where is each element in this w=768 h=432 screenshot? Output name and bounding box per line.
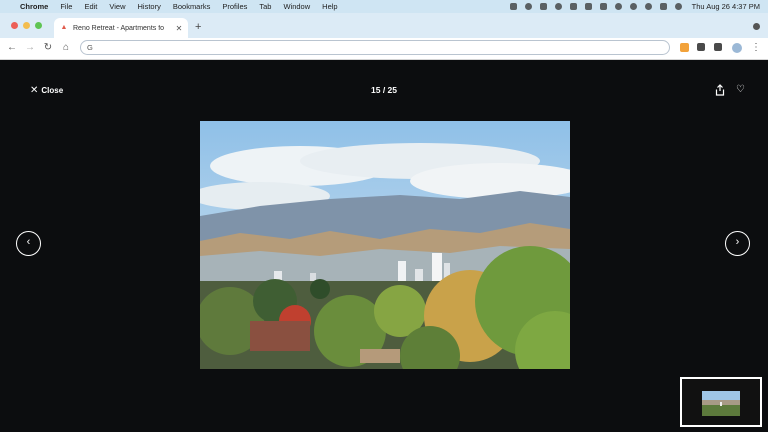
menu-bar-clock[interactable]: Thu Aug 26 4:37 PM	[692, 2, 760, 11]
menu-app-name[interactable]: Chrome	[20, 2, 48, 11]
address-bar-value: G	[87, 43, 93, 52]
status-app-icon[interactable]	[539, 3, 547, 10]
forward-icon[interactable]: →	[24, 42, 36, 54]
tab-favicon-icon: ▲	[60, 24, 68, 31]
battery-icon[interactable]	[599, 3, 607, 10]
menu-edit[interactable]: Edit	[84, 2, 97, 11]
tab-search-icon[interactable]	[753, 23, 760, 30]
clock-icon[interactable]	[629, 3, 637, 10]
browser-tab[interactable]: ▲ Reno Retreat - Apartments fo ✕	[54, 18, 188, 38]
menu-view[interactable]: View	[109, 2, 125, 11]
city-mountain-view-image	[200, 121, 570, 369]
browser-toolbar: ← → ↻ ⌂ G ⋮	[0, 38, 768, 60]
chevron-right-icon: ›	[735, 236, 740, 248]
status-app-icon[interactable]	[509, 3, 517, 10]
control-center-icon[interactable]	[659, 3, 667, 10]
status-app-icon[interactable]	[524, 3, 532, 10]
menu-bookmarks[interactable]: Bookmarks	[173, 2, 211, 11]
extension-icon[interactable]	[680, 43, 689, 52]
home-icon[interactable]: ⌂	[60, 42, 72, 54]
siri-icon[interactable]	[674, 3, 682, 10]
wifi-icon[interactable]	[614, 3, 622, 10]
menu-file[interactable]: File	[60, 2, 72, 11]
reload-icon[interactable]: ↻	[42, 42, 54, 54]
status-record-icon[interactable]	[554, 3, 562, 10]
menu-history[interactable]: History	[138, 2, 161, 11]
address-bar[interactable]: G	[80, 40, 670, 55]
bluetooth-icon[interactable]	[569, 3, 577, 10]
menu-window[interactable]: Window	[283, 2, 310, 11]
new-tab-icon[interactable]: +	[195, 21, 201, 33]
menu-profiles[interactable]: Profiles	[222, 2, 247, 11]
tab-close-icon[interactable]: ✕	[174, 24, 184, 33]
tab-title: Reno Retreat - Apartments fo	[73, 24, 165, 32]
listing-photo	[200, 121, 570, 369]
window-close-icon[interactable]	[11, 22, 18, 29]
share-icon[interactable]	[715, 83, 725, 101]
save-heart-icon[interactable]: ♡	[736, 84, 745, 95]
photo-thumbnail[interactable]	[680, 377, 762, 427]
previous-photo-button[interactable]: ‹	[16, 231, 41, 256]
back-icon[interactable]: ←	[6, 42, 18, 54]
thumbnail-image	[702, 391, 740, 416]
menu-tab[interactable]: Tab	[259, 2, 271, 11]
chevron-left-icon: ‹	[26, 236, 31, 248]
next-photo-button[interactable]: ›	[725, 231, 750, 256]
tab-strip: ▲ Reno Retreat - Apartments fo ✕ +	[0, 13, 768, 38]
window-minimize-icon[interactable]	[23, 22, 30, 29]
photo-counter: 15 / 25	[371, 85, 397, 95]
spotlight-search-icon[interactable]	[644, 3, 652, 10]
menu-help[interactable]: Help	[322, 2, 337, 11]
reading-list-icon[interactable]	[714, 43, 722, 51]
macos-menu-bar: Chrome File Edit View History Bookmarks …	[0, 0, 768, 13]
extension-icon[interactable]	[697, 43, 705, 51]
volume-icon[interactable]	[584, 3, 592, 10]
photo-viewer: ✕ Close 15 / 25 ♡ ‹ ›	[0, 60, 768, 432]
profile-avatar-icon[interactable]	[732, 43, 742, 53]
chrome-menu-icon[interactable]: ⋮	[750, 42, 762, 54]
window-zoom-icon[interactable]	[35, 22, 42, 29]
